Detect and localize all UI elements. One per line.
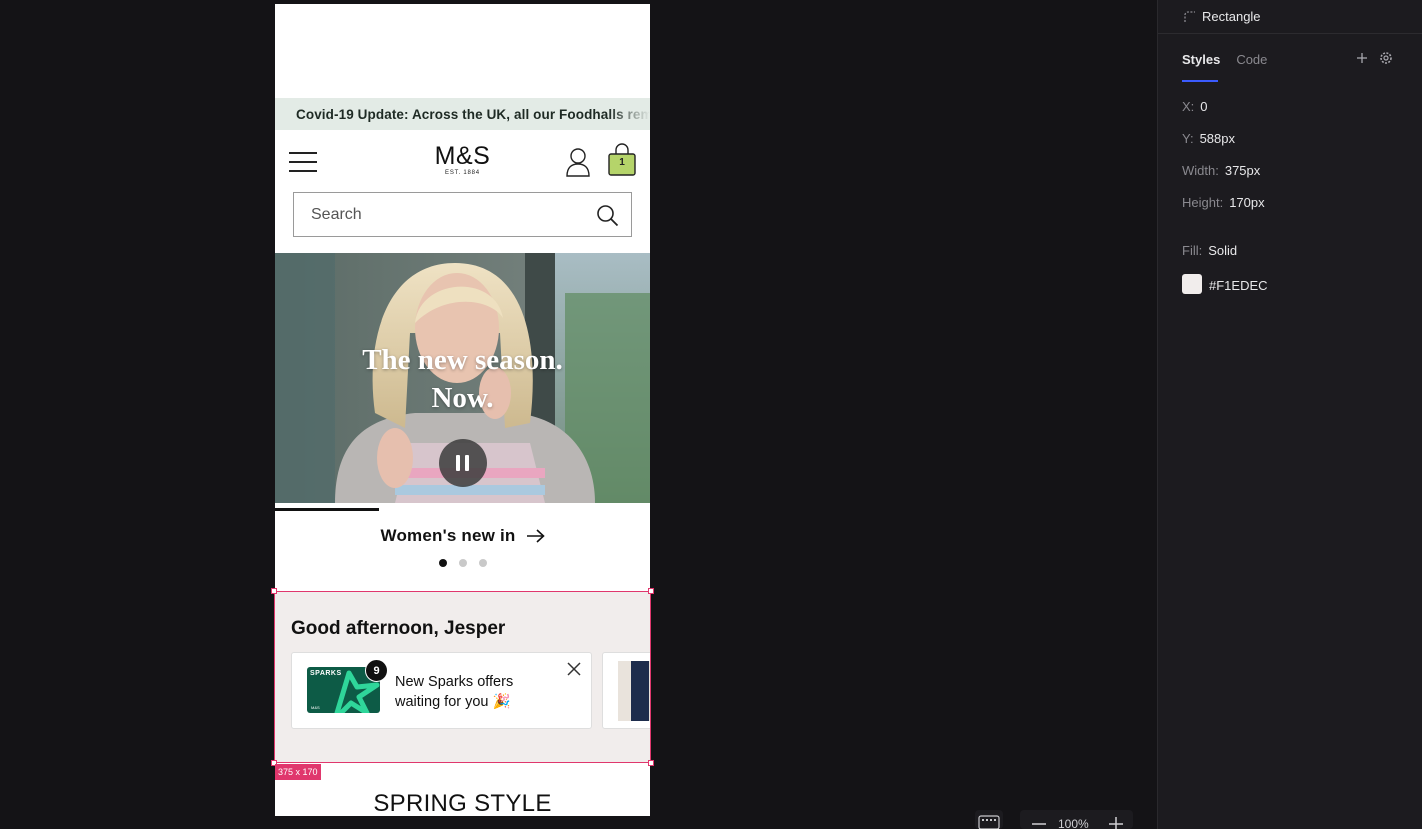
womens-new-in-link[interactable]: Women's new in [275,523,650,549]
carousel-dot-1[interactable] [438,559,447,567]
carousel-dot-2[interactable] [458,559,467,567]
search-input[interactable]: Search [293,192,632,237]
carousel-dots [275,559,650,567]
selection-dimensions: 375 x 170 [275,764,321,780]
prop-x-value[interactable]: 0 [1200,99,1207,114]
covid-banner-fade [608,98,650,130]
site-header: M&S EST. 1884 1 [275,130,650,192]
tab-code[interactable]: Code [1236,52,1267,67]
zoom-minus-icon[interactable] [1022,810,1052,829]
zoom-level[interactable]: 100% [1058,817,1089,829]
ms-logo[interactable]: M&S EST. 1884 [275,143,650,176]
prop-y: Y: 588px [1182,131,1235,146]
account-icon[interactable] [565,147,591,177]
prop-width-value[interactable]: 375px [1225,163,1260,178]
hero-title-line-2: Now. [431,382,494,414]
prop-width-label: Width: [1182,163,1219,178]
prop-y-label: Y: [1182,131,1194,146]
arrow-right-icon [526,529,545,543]
sparks-card-label: SPARKS [310,670,342,677]
covid-banner[interactable]: Covid-19 Update: Across the UK, all our … [275,98,650,130]
design-canvas-frame: Covid-19 Update: Across the UK, all our … [275,4,650,816]
greeting-rectangle[interactable]: Good afternoon, Jesper SPARKS M&S 9 New … [275,592,650,762]
tab-styles[interactable]: Styles [1182,52,1220,67]
prop-fill: Fill: Solid [1182,243,1237,258]
sparks-card-brand: M&S [311,705,320,710]
fill-color-swatch[interactable] [1182,274,1202,294]
prop-y-value[interactable]: 588px [1200,131,1235,146]
settings-icon[interactable] [1379,51,1393,65]
sparks-offer-text: New Sparks offers waiting for you 🎉 [395,674,514,710]
zoom-controls: 100% [1020,810,1133,829]
prop-width: Width: 375px [1182,163,1260,178]
carousel-progress-fill [275,508,379,511]
pause-icon[interactable] [439,439,487,487]
search-wrapper: Search [275,192,650,237]
search-icon[interactable] [596,204,619,227]
hero-title-line-1: The new season. [362,344,563,376]
product-card-jeans [631,661,649,721]
rectangle-layer-icon [1184,10,1195,22]
keyboard-shortcuts-button[interactable] [975,810,1003,829]
slide-link-label: Women's new in [380,526,516,545]
spring-style-heading: SPRING STYLE [373,790,552,816]
layer-header: Rectangle [1158,0,1422,34]
zoom-plus-icon[interactable] [1101,810,1131,829]
sparks-offer-card[interactable]: SPARKS M&S 9 New Sparks offers waiting f… [291,652,592,729]
covid-banner-text: Covid-19 Update: Across the UK, all our … [296,106,650,122]
carousel-progress [275,503,650,513]
layer-type: Rectangle [1202,9,1261,24]
prop-height-value[interactable]: 170px [1229,195,1264,210]
logo-wordmark: M&S [434,142,491,170]
prop-x: X: 0 [1182,99,1208,114]
prop-height: Height: 170px [1182,195,1265,210]
prop-x-label: X: [1182,99,1195,114]
active-tab-indicator [1182,80,1218,82]
plus-icon[interactable] [1355,51,1369,65]
keyboard-icon [978,815,1000,829]
fill-color-value[interactable]: #F1EDEC [1209,278,1268,293]
status-area [275,4,650,98]
hero-title: The new season. Now. [275,341,650,417]
logo-tagline: EST. 1884 [445,170,480,176]
greeting-title: Good afternoon, Jesper [291,618,506,639]
prop-height-label: Height: [1182,195,1224,210]
search-placeholder: Search [311,205,362,223]
carousel-dot-3[interactable] [478,559,487,567]
product-card-peek[interactable] [602,652,650,729]
bag-count: 1 [619,157,625,168]
close-icon[interactable] [567,662,581,676]
sparks-count-badge: 9 [365,659,388,682]
hero-carousel[interactable]: The new season. Now. [275,253,650,503]
prop-fill-label: Fill: [1182,243,1203,258]
prop-fill-value[interactable]: Solid [1208,243,1237,258]
inspector-panel: Rectangle Styles Code X: 0 Y: 588px Width:… [1157,0,1422,829]
shopping-bag-button[interactable]: 1 [607,143,637,177]
inspector-tabs: Styles Code [1158,34,1422,84]
